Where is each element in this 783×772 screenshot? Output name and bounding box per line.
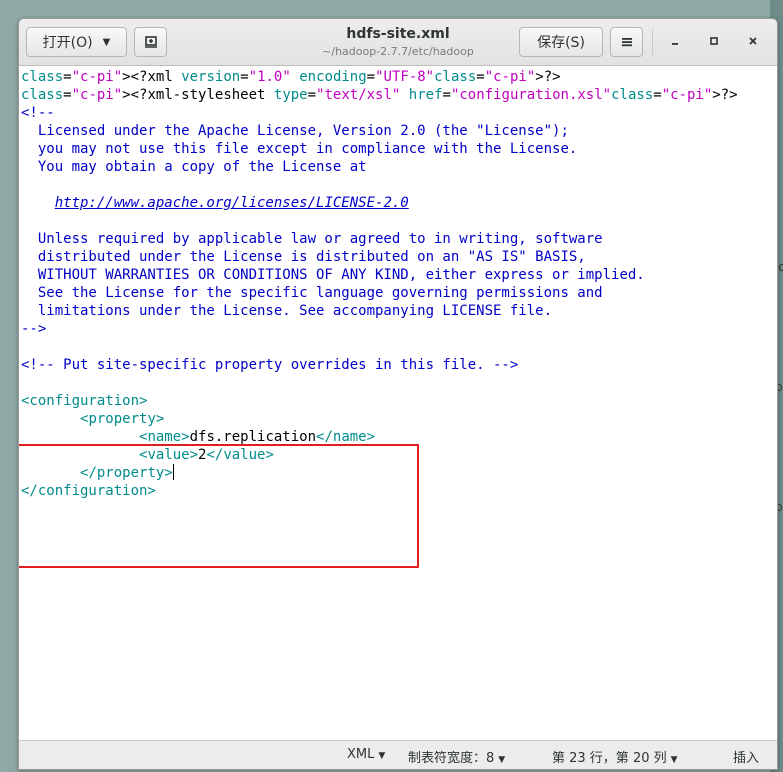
code-line: you may not use this file except in comp… — [21, 141, 578, 157]
header-separator — [652, 29, 653, 55]
file-path: ~/hadoop-2.7.7/etc/hadoop — [322, 45, 474, 58]
code-line: <!-- — [21, 105, 55, 121]
code-line: distributed under the License is distrib… — [21, 249, 586, 265]
code-line: Licensed under the Apache License, Versi… — [21, 123, 569, 139]
window-title: hdfs-site.xml ~/hadoop-2.7.7/etc/hadoop — [269, 26, 527, 58]
maximize-button[interactable] — [704, 33, 724, 53]
chevron-down-icon: ▼ — [102, 36, 111, 48]
save-button[interactable]: 保存(S) — [519, 27, 603, 57]
text-editor[interactable]: class="c-pi"><?xml version="1.0" encodin… — [19, 66, 777, 740]
close-icon — [749, 37, 757, 45]
cursor-position[interactable]: 第 23 行，第 20 列 ▼ — [552, 747, 678, 766]
code-line: WITHOUT WARRANTIES OR CONDITIONS OF ANY … — [21, 267, 645, 283]
code-line: <property> — [80, 411, 165, 427]
save-button-label: 保存(S) — [537, 35, 585, 51]
new-document-icon — [144, 36, 157, 48]
code-line: <configuration> — [21, 393, 148, 409]
cursor-position-label: 第 23 行，第 20 列 — [552, 751, 667, 766]
chevron-down-icon: ▼ — [670, 755, 678, 765]
file-name: hdfs-site.xml — [346, 26, 450, 42]
minimize-button[interactable] — [665, 33, 685, 53]
close-button[interactable] — [743, 33, 763, 53]
new-document-button[interactable] — [134, 27, 167, 57]
code-line: --> — [21, 321, 47, 337]
code-line: class="c-pi"><?xml version="1.0" encodin… — [21, 69, 561, 85]
header-bar: 打开(O) ▼ hdfs-site.xml ~/hadoop-2.7.7/etc… — [19, 19, 777, 66]
chevron-down-icon: ▼ — [498, 755, 506, 765]
open-button-label: 打开(O) — [42, 35, 93, 51]
highlight-annotation — [19, 444, 419, 568]
maximize-icon — [710, 37, 718, 45]
tab-width-selector[interactable]: 制表符宽度：8 ▼ — [408, 747, 505, 766]
language-label: XML — [347, 747, 375, 762]
code-line: class="c-pi"><?xml-stylesheet type="text… — [21, 87, 738, 103]
status-bar: XML ▼ 制表符宽度：8 ▼ 第 23 行，第 20 列 ▼ 插入 — [19, 740, 777, 769]
hamburger-menu-icon — [621, 38, 632, 47]
code-line: http://www.apache.org/licenses/LICENSE-2… — [54, 195, 409, 211]
open-button[interactable]: 打开(O) ▼ — [26, 27, 127, 57]
menu-button[interactable] — [610, 27, 643, 57]
insert-mode: 插入 — [733, 751, 760, 766]
language-selector[interactable]: XML ▼ — [347, 747, 385, 762]
minimize-icon — [672, 43, 678, 45]
code-line: See the License for the specific languag… — [21, 285, 603, 301]
code-line: Unless required by applicable law or agr… — [21, 231, 603, 247]
gedit-window: 打开(O) ▼ hdfs-site.xml ~/hadoop-2.7.7/etc… — [18, 18, 778, 770]
chevron-down-icon: ▼ — [378, 751, 386, 761]
code-content[interactable]: class="c-pi"><?xml version="1.0" encodin… — [21, 68, 738, 500]
code-line: You may obtain a copy of the License at — [21, 159, 367, 175]
code-line: limitations under the License. See accom… — [21, 303, 553, 319]
tab-width-label: 制表符宽度：8 — [408, 751, 495, 766]
code-line: <!-- Put site-specific property override… — [21, 357, 519, 373]
